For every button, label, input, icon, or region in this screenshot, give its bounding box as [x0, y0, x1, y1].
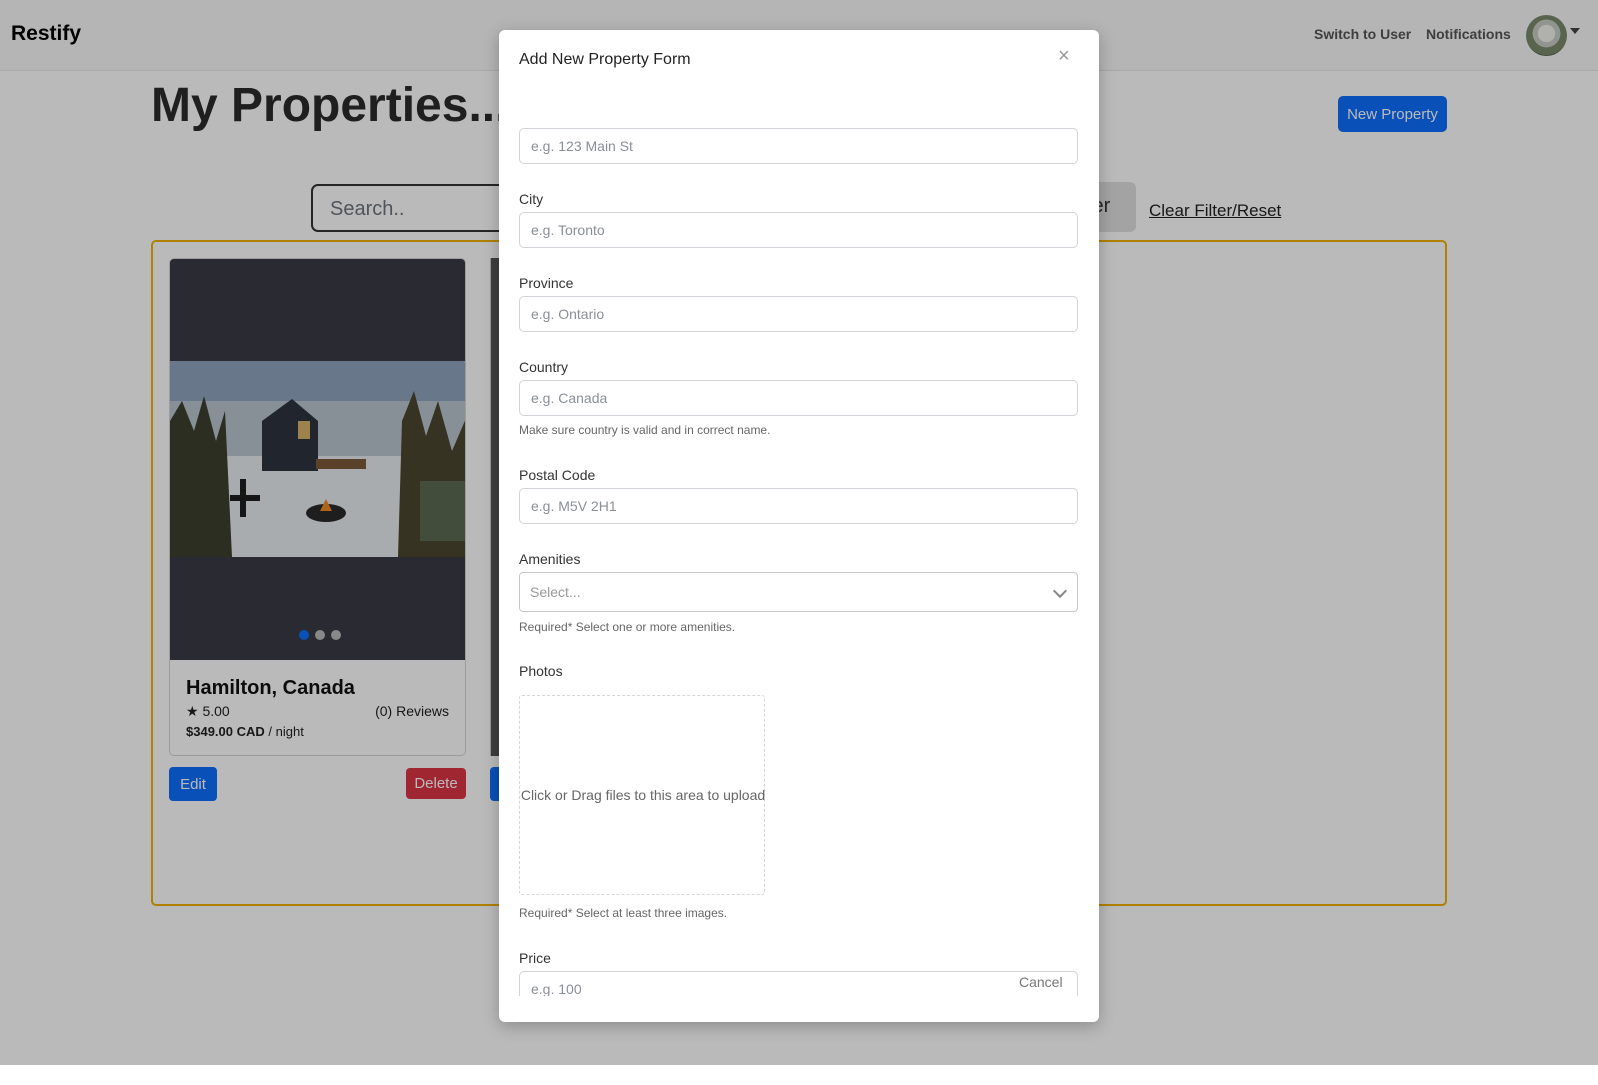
dropzone-text: Click or Drag files to this area to uplo… [520, 787, 766, 803]
province-label: Province [519, 275, 574, 291]
cancel-button[interactable]: Cancel [1019, 974, 1063, 990]
postal-code-field[interactable]: e.g. M5V 2H1 [519, 488, 1078, 524]
city-placeholder: e.g. Toronto [531, 222, 605, 238]
photos-label: Photos [519, 663, 563, 679]
address-placeholder: e.g. 123 Main St [531, 138, 633, 154]
province-field[interactable]: e.g. Ontario [519, 296, 1078, 332]
price-field[interactable]: e.g. 100 [519, 971, 1078, 996]
price-placeholder: e.g. 100 [531, 981, 582, 996]
form-body[interactable]: e.g. 123 Main St City e.g. Toronto Provi… [499, 90, 1099, 996]
page-bottom-edge [0, 1065, 1598, 1085]
amenities-placeholder: Select... [530, 584, 581, 600]
price-label: Price [519, 950, 551, 966]
modal-title: Add New Property Form [519, 51, 691, 68]
amenities-help: Required* Select one or more amenities. [519, 620, 736, 634]
country-help: Make sure country is valid and in correc… [519, 423, 771, 437]
chevron-down-icon[interactable] [1052, 583, 1068, 599]
photo-dropzone[interactable]: Click or Drag files to this area to uplo… [519, 695, 765, 895]
postal-code-label: Postal Code [519, 467, 596, 483]
city-field[interactable]: e.g. Toronto [519, 212, 1078, 248]
country-label: Country [519, 359, 569, 375]
photos-help: Required* Select at least three images. [519, 906, 728, 920]
close-icon[interactable]: × [1058, 45, 1070, 68]
postal-code-placeholder: e.g. M5V 2H1 [531, 498, 617, 514]
address-field[interactable]: e.g. 123 Main St [519, 128, 1078, 164]
amenities-label: Amenities [519, 551, 581, 567]
amenities-select[interactable]: Select... [519, 572, 1078, 612]
country-placeholder: e.g. Canada [531, 390, 608, 406]
add-property-modal: Add New Property Form × e.g. 123 Main St… [499, 30, 1099, 1022]
city-label: City [519, 191, 544, 207]
country-field[interactable]: e.g. Canada [519, 380, 1078, 416]
province-placeholder: e.g. Ontario [531, 306, 605, 322]
